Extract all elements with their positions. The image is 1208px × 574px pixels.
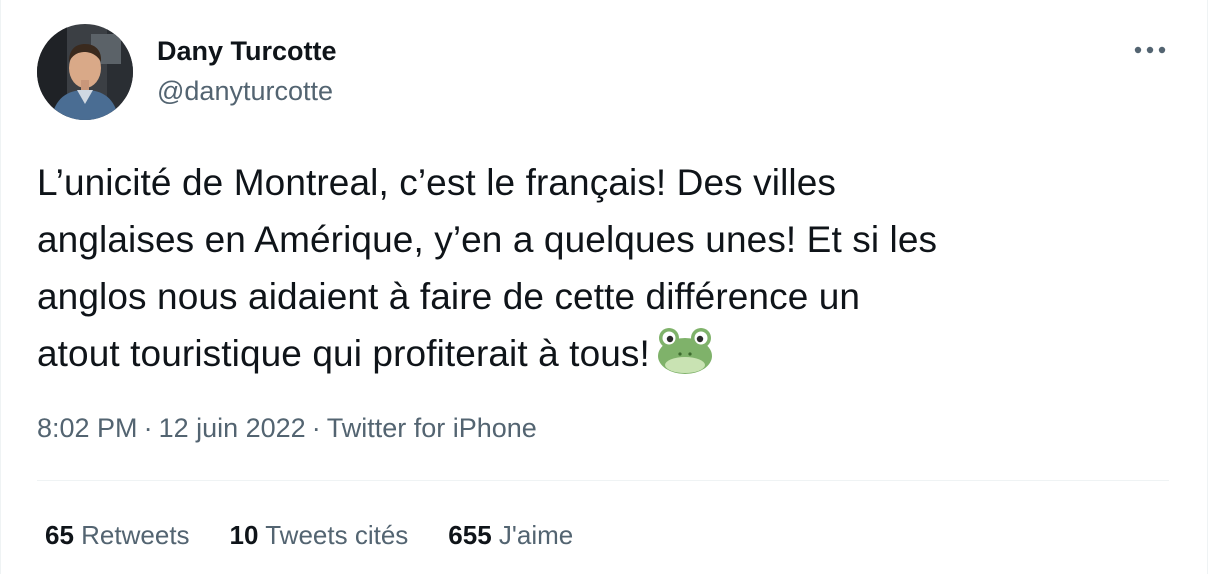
quote-tweets-label: Tweets cités	[265, 520, 409, 550]
tweet-text-line-last: atout touristique qui profiterait à tous…	[37, 325, 1177, 391]
author-handle[interactable]: @danyturcotte	[157, 74, 333, 108]
author-name[interactable]: Dany Turcotte	[157, 34, 337, 68]
tweet-metadata: 8:02 PM · 12 juin 2022 · Twitter for iPhone	[37, 410, 537, 446]
tweet-source[interactable]: Twitter for iPhone	[327, 413, 537, 443]
retweets-count: 65	[45, 520, 74, 550]
retweets-label: Retweets	[81, 520, 190, 550]
tweet-stats: 65 Retweets 10 Tweets cités 655 J'aime	[45, 518, 613, 552]
meta-separator: ·	[311, 413, 321, 443]
tweet-text-line: atout touristique qui profiterait à tous…	[37, 333, 650, 374]
tweet-text-line: anglos nous aidaient à faire de cette di…	[37, 276, 861, 317]
tweet-date[interactable]: 12 juin 2022	[159, 413, 306, 443]
tweet-card: Dany Turcotte @danyturcotte L’unicité de…	[0, 0, 1208, 574]
frog-face-icon	[656, 325, 714, 391]
avatar-photo-icon	[37, 24, 133, 120]
tweet-text-line: anglaises en Amérique, y’en a quelques u…	[37, 219, 938, 260]
quote-tweets-stat[interactable]: 10 Tweets cités	[230, 518, 409, 552]
divider	[37, 480, 1169, 481]
avatar[interactable]	[37, 24, 133, 120]
likes-label: J'aime	[498, 520, 574, 550]
more-dots-icon	[1134, 46, 1166, 54]
tweet-text: L’unicité de Montreal, c’est le français…	[37, 154, 1177, 391]
likes-count: 655	[448, 520, 492, 550]
quote-tweets-count: 10	[229, 520, 259, 550]
tweet-time[interactable]: 8:02 PM	[37, 413, 138, 443]
more-options-button[interactable]	[1127, 30, 1173, 70]
likes-stat[interactable]: 655 J'aime	[448, 518, 573, 552]
meta-separator: ·	[143, 413, 153, 443]
tweet-text-line: L’unicité de Montreal, c’est le français…	[37, 162, 837, 203]
retweets-stat[interactable]: 65 Retweets	[45, 518, 190, 552]
